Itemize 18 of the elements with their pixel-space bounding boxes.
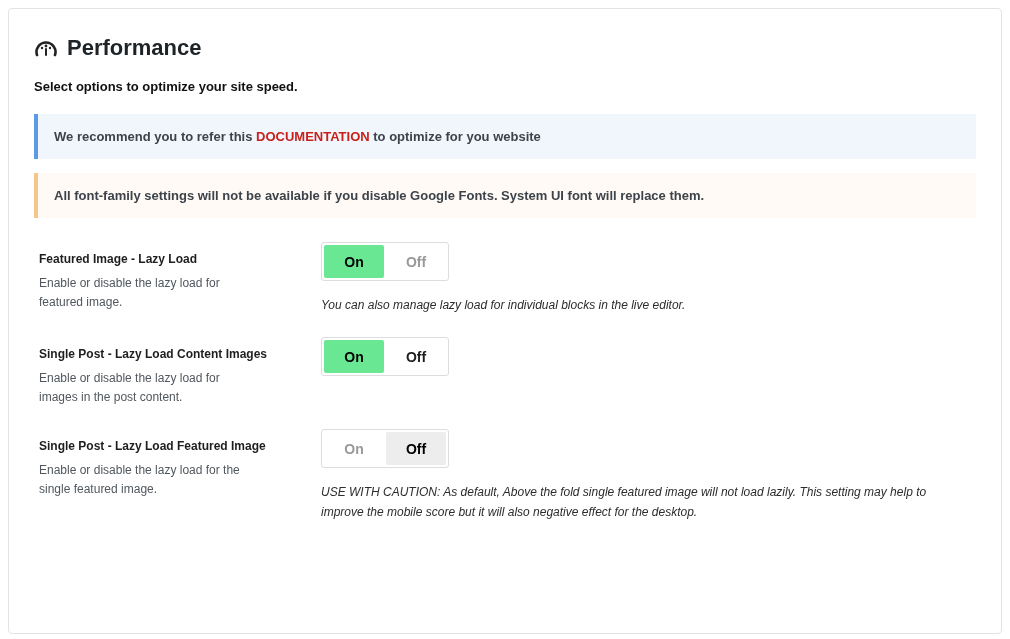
page-title: Performance (67, 35, 202, 61)
page-subtitle: Select options to optimize your site speed. (34, 79, 299, 94)
setting-description: Enable or disable the lazy load for featured image. (39, 275, 221, 311)
speedometer-icon (34, 38, 58, 58)
setting-note: You can also manage lazy load for individual blocks in the live editor. (321, 297, 687, 314)
toggle-option[interactable]: Off (386, 340, 446, 373)
setting-label: Single Post - Lazy Load Featured Image (39, 439, 267, 453)
info-notice: We recommend you to refer this DOCUMENTATION to optimize for you website (34, 114, 976, 159)
setting-description: Enable or disable the lazy load for the single featured image. (39, 462, 241, 498)
setting-label: Single Post - Lazy Load Content Images (39, 347, 269, 361)
toggle-option[interactable]: Off (386, 432, 446, 465)
documentation-link[interactable]: DOCUMENTATION (256, 129, 370, 144)
toggle-option[interactable]: On (324, 340, 384, 373)
setting-description: Enable or disable the lazy load for images in the post content. (39, 370, 221, 406)
toggle-option[interactable]: On (324, 245, 384, 278)
setting-note: USE WITH CAUTION: As default, Above the fold single featured image will not load lazily. This setting may help to improve the mobile score but it will also negative effect for the desktop. (321, 484, 928, 521)
setting-label: Featured Image - Lazy Load (39, 252, 199, 266)
warning-notice: All font-family settings will not be available if you disable Google Fonts. System UI font will replace them. (34, 173, 976, 218)
